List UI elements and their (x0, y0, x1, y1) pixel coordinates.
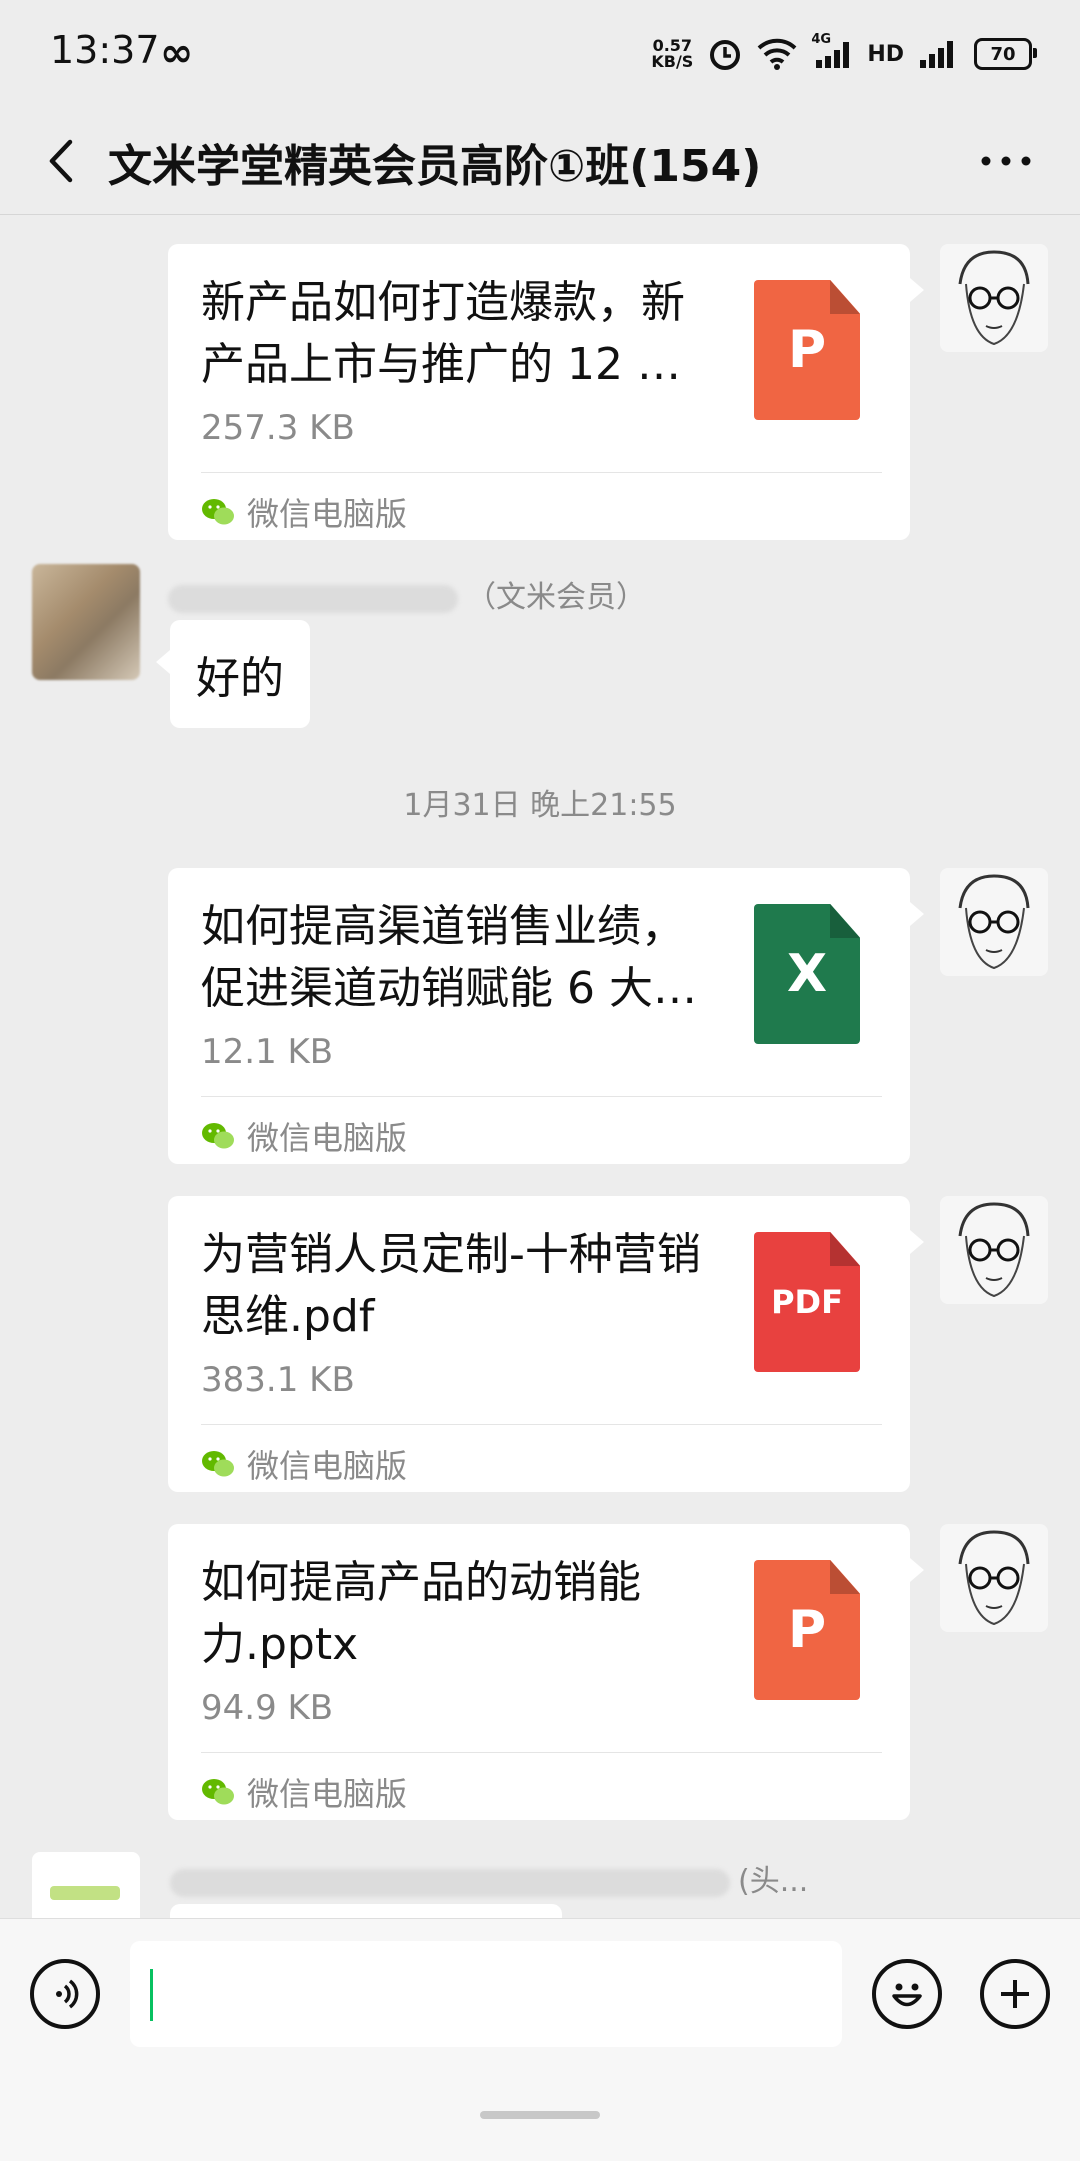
chevron-left-icon (49, 139, 73, 183)
emoji-icon (892, 1983, 922, 2007)
source-label: 微信电脑版 (247, 1447, 408, 1485)
file-name: 为营销人员定制-十种营销思维.pdf (201, 1229, 701, 1342)
divider (201, 472, 882, 473)
sender-name: （文米会员） (168, 572, 646, 616)
message-input[interactable] (130, 1941, 842, 2047)
sketch-portrait-icon (958, 874, 1030, 970)
file-size: 257.3 KB (201, 408, 355, 448)
divider (201, 1424, 882, 1425)
divider (201, 1096, 882, 1097)
file-name: 如何提高产品的动销能力.pptx (201, 1557, 641, 1670)
hd-call-icon: HD (867, 42, 904, 67)
net-speed: 0.57 KB/S (651, 38, 693, 70)
home-indicator[interactable] (480, 2111, 600, 2119)
sender-suffix: （文米会员） (466, 580, 646, 615)
file-size: 94.9 KB (201, 1688, 334, 1728)
file-message[interactable]: 新产品如何打造爆款，新产品上市与推广的 12 … 257.3 KB P 微信电脑… (168, 244, 924, 540)
sketch-portrait-icon (958, 250, 1030, 346)
more-button[interactable] (976, 136, 1036, 186)
file-size: 383.1 KB (201, 1360, 355, 1400)
hd-label: HD (867, 41, 904, 67)
source-label: 微信电脑版 (247, 495, 408, 533)
alarm-icon (707, 36, 743, 72)
file-source: 微信电脑版 (201, 492, 408, 533)
file-message[interactable]: 为营销人员定制-十种营销思维.pdf 383.1 KB PDF 微信电脑版 (168, 1196, 924, 1492)
voice-icon (56, 1979, 79, 2009)
divider (201, 1752, 882, 1753)
wechat-logo-icon (202, 1123, 234, 1149)
network-type: 4G (811, 32, 832, 47)
file-icon-letter: PDF (771, 1283, 843, 1321)
sketch-portrait-icon (958, 1202, 1030, 1298)
file-icon-letter: X (786, 944, 828, 1004)
file-size: 12.1 KB (201, 1032, 334, 1072)
file-name: 如何提高渠道销售业绩，促进渠道动销赋能 6 大… (201, 901, 697, 1014)
excel-file-icon: X (754, 904, 860, 1044)
battery-level: 70 (990, 43, 1016, 65)
ppt-file-icon: P (754, 1560, 860, 1700)
wechat-logo-icon (202, 1451, 234, 1477)
redacted-name (168, 584, 458, 613)
avatar[interactable] (940, 1196, 1048, 1304)
chat-header: 文米学堂精英会员高阶①班(154) (0, 110, 1080, 215)
pdf-file-icon: PDF (754, 1232, 860, 1372)
signal-icon (918, 38, 960, 70)
wifi-icon (757, 38, 797, 70)
avatar[interactable] (940, 244, 1048, 352)
file-name: 新产品如何打造爆款，新产品上市与推广的 12 … (201, 277, 685, 390)
file-source: 微信电脑版 (201, 1444, 408, 1485)
file-source: 微信电脑版 (201, 1116, 408, 1157)
signal-4g-icon: 4G (811, 32, 853, 70)
status-time: 13:37 (50, 28, 160, 72)
input-bar (0, 1918, 1080, 2161)
more-dots-icon (981, 156, 1031, 166)
text-bubble[interactable]: 好的 (156, 620, 310, 728)
timestamp: 1月31日 晚上21:55 (403, 788, 677, 823)
sketch-portrait-icon (958, 1530, 1030, 1626)
loop-icon: ∞ (160, 30, 194, 76)
avatar[interactable] (32, 1852, 140, 1918)
redacted-name (170, 1868, 730, 1897)
file-message[interactable]: 如何提高渠道销售业绩，促进渠道动销赋能 6 大… 12.1 KB X 微信电脑版 (168, 868, 924, 1164)
text-caret (150, 1969, 153, 2021)
wechat-logo-icon (202, 499, 234, 525)
net-speed-unit: KB/S (651, 52, 694, 71)
back-button[interactable] (36, 128, 96, 194)
battery-icon: 70 (974, 38, 1037, 70)
sender-name: (头... (170, 1856, 808, 1900)
ppt-file-icon: P (754, 280, 860, 420)
avatar[interactable] (940, 868, 1048, 976)
file-icon-letter: P (787, 320, 827, 380)
file-source: 微信电脑版 (201, 1772, 408, 1813)
emoji-button[interactable] (872, 1959, 942, 2029)
avatar[interactable] (32, 564, 140, 680)
avatar-logo-fragment (50, 1886, 120, 1900)
wechat-logo-icon (202, 1779, 234, 1805)
plus-icon (1001, 1980, 1029, 2008)
status-bar: 13:37 ∞ 0.57 KB/S 4G HD 70 (0, 0, 1080, 110)
file-message[interactable]: 如何提高产品的动销能力.pptx 94.9 KB P 微信电脑版 (168, 1524, 924, 1820)
chat-title: 文米学堂精英会员高阶①班(154) (108, 141, 762, 192)
sender-suffix: (头... (738, 1864, 809, 1899)
status-icons: 0.57 KB/S 4G HD 70 (651, 28, 1037, 80)
plus-button[interactable] (980, 1959, 1050, 2029)
voice-button[interactable] (30, 1959, 100, 2029)
file-icon-letter: P (787, 1600, 827, 1660)
avatar[interactable] (940, 1524, 1048, 1632)
source-label: 微信电脑版 (247, 1775, 408, 1813)
partial-bubble[interactable] (170, 1904, 562, 1918)
source-label: 微信电脑版 (247, 1119, 408, 1157)
